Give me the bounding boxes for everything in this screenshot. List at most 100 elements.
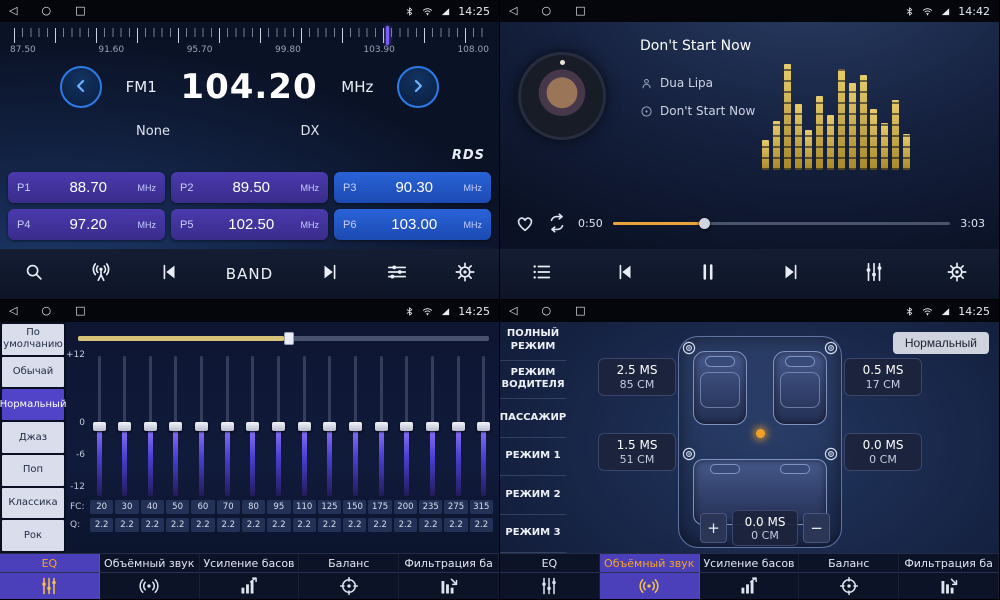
eq-band-knob[interactable] xyxy=(144,422,157,431)
delay-rear-left[interactable]: 1.5 MS 51 CM xyxy=(598,433,676,471)
tab-filter[interactable]: Фильтрация ба xyxy=(899,554,999,599)
preset-p4[interactable]: P4 97.20 MHz xyxy=(8,209,165,240)
home-key[interactable]: ○ xyxy=(41,300,51,322)
recents-key[interactable]: □ xyxy=(75,0,85,22)
eq-band-slider[interactable] xyxy=(400,356,414,496)
preset-p1[interactable]: P1 88.70 MHz xyxy=(8,172,165,203)
eq-preset-item[interactable]: Джаз xyxy=(2,422,64,453)
preset-p3[interactable]: P3 90.30 MHz xyxy=(334,172,491,203)
settings-button[interactable] xyxy=(454,261,476,287)
eq-band-knob[interactable] xyxy=(272,422,285,431)
eq-band-knob[interactable] xyxy=(400,422,413,431)
mode-item[interactable]: РЕЖИМ ВОДИТЕЛЯ xyxy=(500,361,566,400)
tab-balance[interactable]: Баланс xyxy=(299,554,399,599)
eq-band-slider[interactable] xyxy=(272,356,286,496)
eq-band-slider[interactable] xyxy=(143,356,157,496)
eq-band-slider[interactable] xyxy=(118,356,132,496)
eq-band-slider[interactable] xyxy=(246,356,260,496)
home-key[interactable]: ○ xyxy=(41,0,51,22)
eq-band-knob[interactable] xyxy=(221,422,234,431)
eq-band-slider[interactable] xyxy=(477,356,491,496)
tab-surround-sound[interactable]: Объёмный звук xyxy=(100,554,200,599)
tab-filter[interactable]: Фильтрация ба xyxy=(399,554,499,599)
eq-band-slider[interactable] xyxy=(374,356,388,496)
listener-position-dot[interactable] xyxy=(756,429,765,438)
tab-eq[interactable]: EQ xyxy=(500,554,600,599)
tune-up-button[interactable] xyxy=(397,66,439,108)
seek-bar[interactable] xyxy=(613,222,951,225)
mode-item[interactable]: ПАССАЖИР xyxy=(500,399,566,438)
playlist-button[interactable] xyxy=(531,261,553,287)
mode-item[interactable]: РЕЖИМ 3 xyxy=(500,515,566,554)
band-button[interactable]: BAND xyxy=(226,265,273,283)
eq-preset-item[interactable]: По умолчанию xyxy=(2,324,64,355)
recents-key[interactable]: □ xyxy=(575,300,585,322)
sound-profile-button[interactable]: Нормальный xyxy=(893,332,989,354)
eq-band-knob[interactable] xyxy=(375,422,388,431)
repeat-button[interactable] xyxy=(546,212,568,234)
eq-band-slider[interactable] xyxy=(323,356,337,496)
eq-band-slider[interactable] xyxy=(220,356,234,496)
previous-track-button[interactable] xyxy=(614,261,636,287)
delay-minus-button[interactable]: − xyxy=(803,513,830,543)
eq-band-slider[interactable] xyxy=(169,356,183,496)
tab-surround-sound[interactable]: Объёмный звук xyxy=(600,554,700,599)
eq-band-knob[interactable] xyxy=(93,422,106,431)
recents-key[interactable]: □ xyxy=(575,0,585,22)
eq-band-knob[interactable] xyxy=(452,422,465,431)
eq-preset-item[interactable]: Классика xyxy=(2,488,64,519)
back-key[interactable]: ◁ xyxy=(509,0,517,22)
eq-band-knob[interactable] xyxy=(298,422,311,431)
eq-band-knob[interactable] xyxy=(349,422,362,431)
back-key[interactable]: ◁ xyxy=(9,300,17,322)
eq-band-knob[interactable] xyxy=(477,422,490,431)
search-button[interactable] xyxy=(23,261,45,287)
preset-p6[interactable]: P6 103.00 MHz xyxy=(334,209,491,240)
settings-button[interactable] xyxy=(946,261,968,287)
eq-horizontal-scrollbar[interactable] xyxy=(78,336,489,341)
eq-band-knob[interactable] xyxy=(323,422,336,431)
eq-preset-item[interactable]: Нормальный xyxy=(2,389,64,420)
pause-button[interactable] xyxy=(697,261,719,287)
delay-rear-right[interactable]: 0.0 MS 0 CM xyxy=(844,433,922,471)
eq-band-knob[interactable] xyxy=(169,422,182,431)
tab-bass-boost[interactable]: Усиление басов xyxy=(200,554,300,599)
tab-bass-boost[interactable]: Усиление басов xyxy=(700,554,800,599)
eq-preset-item[interactable]: Поп xyxy=(2,455,64,486)
home-key[interactable]: ○ xyxy=(541,0,551,22)
preset-p5[interactable]: P5 102.50 MHz xyxy=(171,209,328,240)
eq-band-knob[interactable] xyxy=(426,422,439,431)
back-key[interactable]: ◁ xyxy=(509,300,517,322)
tab-balance[interactable]: Баланс xyxy=(799,554,899,599)
eq-band-knob[interactable] xyxy=(118,422,131,431)
eq-band-slider[interactable] xyxy=(195,356,209,496)
next-station-button[interactable] xyxy=(319,261,341,287)
eq-band-slider[interactable] xyxy=(349,356,363,496)
progress-knob[interactable] xyxy=(699,218,710,229)
eq-band-slider[interactable] xyxy=(426,356,440,496)
eq-band-slider[interactable] xyxy=(451,356,465,496)
tune-down-button[interactable] xyxy=(60,66,102,108)
eq-band-slider[interactable] xyxy=(92,356,106,496)
previous-station-button[interactable] xyxy=(158,261,180,287)
preset-p2[interactable]: P2 89.50 MHz xyxy=(171,172,328,203)
next-track-button[interactable] xyxy=(780,261,802,287)
eq-preset-item[interactable]: Обычай xyxy=(2,357,64,388)
back-key[interactable]: ◁ xyxy=(9,0,17,22)
mode-item[interactable]: ПОЛНЫЙ РЕЖИМ xyxy=(500,322,566,361)
favorite-button[interactable] xyxy=(514,212,536,234)
mode-item[interactable]: РЕЖИМ 2 xyxy=(500,476,566,515)
delay-front-right[interactable]: 0.5 MS 17 CM xyxy=(844,358,922,396)
equalizer-button[interactable] xyxy=(863,261,885,287)
delay-front-left[interactable]: 2.5 MS 85 CM xyxy=(598,358,676,396)
tab-eq[interactable]: EQ xyxy=(0,554,100,599)
eq-band-knob[interactable] xyxy=(246,422,259,431)
home-key[interactable]: ○ xyxy=(541,300,551,322)
eq-preset-item[interactable]: Рок xyxy=(2,520,64,551)
eq-band-slider[interactable] xyxy=(297,356,311,496)
recents-key[interactable]: □ xyxy=(75,300,85,322)
delay-plus-button[interactable]: + xyxy=(700,513,727,543)
eq-band-knob[interactable] xyxy=(195,422,208,431)
equalizer-button[interactable] xyxy=(386,261,408,287)
mode-item[interactable]: РЕЖИМ 1 xyxy=(500,438,566,477)
